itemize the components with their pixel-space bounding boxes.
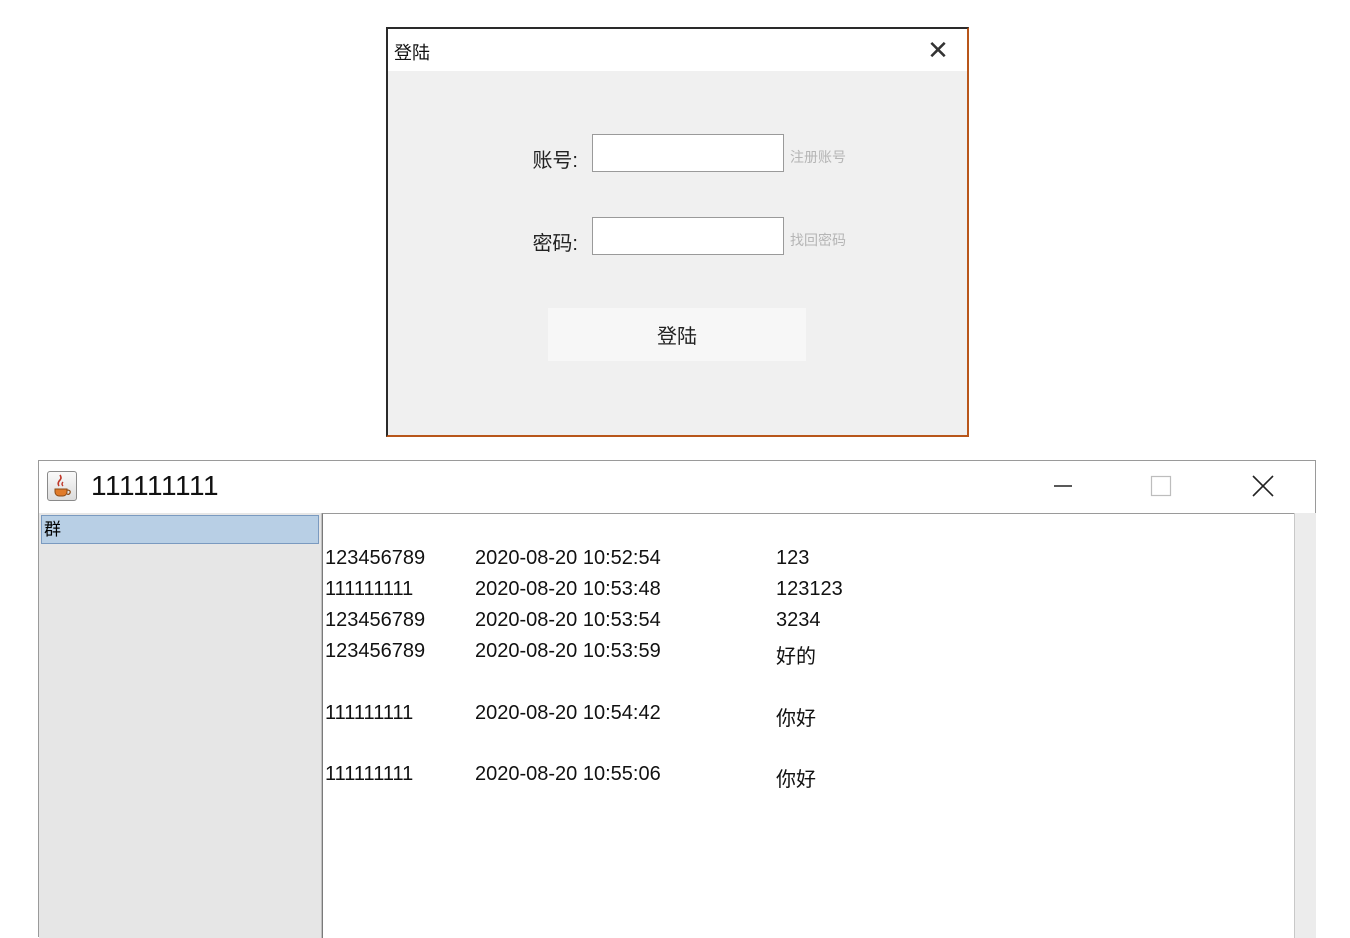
message-list: 123456789 2020-08-20 10:52:54 123 111111… (322, 513, 1294, 938)
minimize-icon (1054, 485, 1072, 487)
close-icon (1252, 475, 1274, 497)
close-window-button[interactable] (1239, 461, 1287, 511)
message-user: 123456789 (325, 640, 426, 662)
message-time: 2020-08-20 10:55:06 (475, 763, 661, 785)
window-title: 111111111 (91, 470, 220, 501)
sidebar-item-group[interactable]: 群 (41, 515, 319, 544)
message-time: 2020-08-20 10:53:48 (475, 578, 661, 600)
login-titlebar: 登陆 ✕ (388, 29, 967, 71)
java-icon (47, 471, 77, 501)
account-input[interactable] (592, 134, 784, 172)
close-icon[interactable]: ✕ (923, 35, 953, 65)
maximize-button[interactable] (1137, 461, 1185, 511)
message-user: 111111111 (325, 578, 414, 600)
chat-titlebar: 111111111 (39, 461, 1315, 513)
java-icon-graphic (54, 474, 71, 497)
message-text: 你好 (776, 769, 816, 791)
login-dialog: 登陆 ✕ 账号: 注册账号 密码: 找回密码 登陆 (386, 27, 969, 437)
login-button[interactable]: 登陆 (548, 308, 806, 361)
login-title: 登陆 (394, 43, 430, 63)
register-account-link[interactable]: 注册账号 (790, 147, 846, 167)
message-time: 2020-08-20 10:53:54 (475, 609, 661, 631)
maximize-icon (1150, 475, 1172, 497)
chat-window: 111111111 群 123456789 2020-08-20 10:52:5… (38, 460, 1316, 938)
password-label: 密码: (532, 233, 578, 255)
message-user: 123456789 (325, 547, 426, 569)
message-time: 2020-08-20 10:53:59 (475, 640, 661, 662)
recover-password-link[interactable]: 找回密码 (790, 230, 846, 250)
message-text: 你好 (776, 708, 816, 730)
account-label: 账号: (532, 150, 578, 172)
minimize-button[interactable] (1039, 461, 1087, 511)
message-text: 3234 (776, 609, 821, 631)
group-list: 群 (39, 513, 322, 938)
message-text: 123 (776, 547, 810, 569)
message-user: 111111111 (325, 702, 414, 724)
message-time: 2020-08-20 10:52:54 (475, 547, 661, 569)
message-user: 123456789 (325, 609, 426, 631)
message-text: 123123 (776, 578, 843, 600)
vertical-scrollbar[interactable] (1294, 513, 1316, 938)
message-text: 好的 (776, 646, 816, 668)
password-input[interactable] (592, 217, 784, 255)
message-time: 2020-08-20 10:54:42 (475, 702, 661, 724)
message-user: 111111111 (325, 763, 414, 785)
